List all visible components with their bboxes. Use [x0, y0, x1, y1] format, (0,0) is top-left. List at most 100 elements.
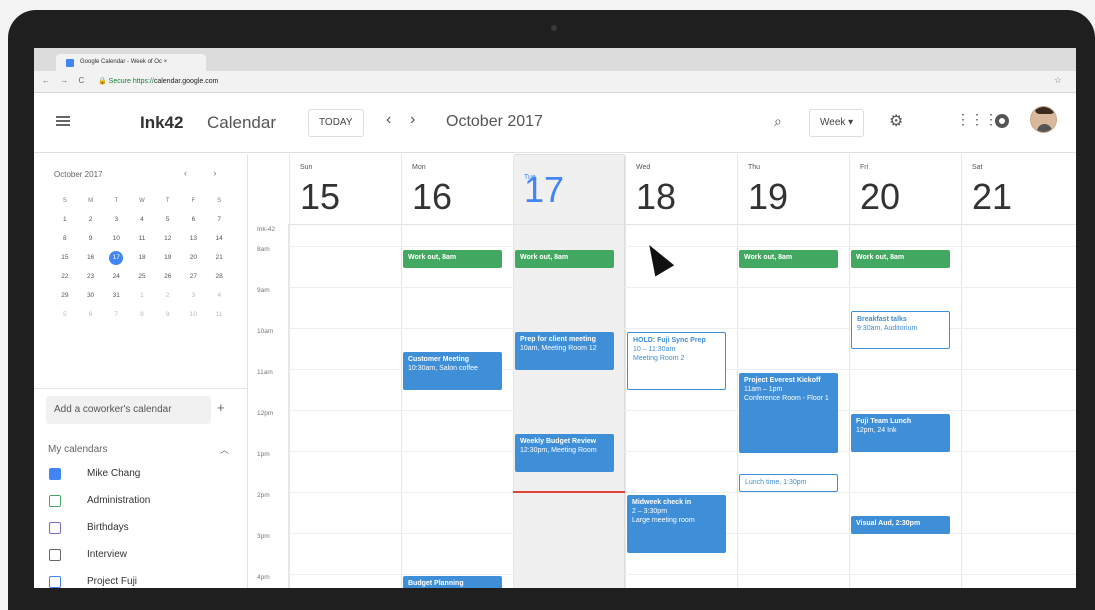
mini-day[interactable]: 15: [52, 251, 78, 265]
mini-day[interactable]: 3: [103, 213, 129, 227]
mini-day[interactable]: 3: [181, 289, 207, 303]
mini-day[interactable]: 5: [155, 213, 181, 227]
mini-day[interactable]: 2: [78, 213, 104, 227]
event-workout-thu[interactable]: Work out, 8am: [739, 250, 838, 268]
mini-day[interactable]: 21: [206, 251, 232, 265]
day-number[interactable]: 18: [636, 176, 676, 218]
mini-day[interactable]: 10: [181, 308, 207, 322]
mini-day[interactable]: 30: [78, 289, 104, 303]
mini-day[interactable]: 14: [206, 232, 232, 246]
mini-day[interactable]: 20: [181, 251, 207, 265]
day-column-thu[interactable]: Thu 19: [737, 154, 849, 588]
day-column-sun[interactable]: Sun 15: [289, 154, 401, 588]
day-column-tue-today[interactable]: Tue 17: [513, 154, 625, 588]
event-project-everest[interactable]: Project Everest Kickoff 11am – 1pm Confe…: [739, 373, 838, 453]
checkbox[interactable]: [49, 576, 61, 588]
time-label: 8am: [257, 246, 270, 253]
day-number[interactable]: 20: [860, 176, 900, 218]
event-fuji-team-lunch[interactable]: Fuji Team Lunch 12pm, 24 Ink: [851, 414, 950, 452]
view-selector[interactable]: Week ▾: [809, 109, 865, 137]
mini-day[interactable]: 9: [155, 308, 181, 322]
notifications-icon[interactable]: [995, 114, 1009, 128]
add-coworker-input[interactable]: Add a coworker's calendar: [46, 396, 211, 424]
mini-day-selected[interactable]: 17: [109, 251, 124, 265]
checkbox[interactable]: [49, 495, 61, 507]
checkbox-checked[interactable]: [49, 468, 61, 480]
mini-day[interactable]: 11: [129, 232, 155, 246]
bookmark-star-icon[interactable]: ☆: [1054, 75, 1062, 86]
mini-day[interactable]: 13: [181, 232, 207, 246]
mini-day[interactable]: 8: [129, 308, 155, 322]
mini-day[interactable]: 6: [78, 308, 104, 322]
browser-tab[interactable]: Google Calendar - Week of Oc ×: [56, 54, 206, 71]
main-menu-icon[interactable]: [56, 116, 70, 126]
mini-day[interactable]: 26: [155, 270, 181, 284]
day-number[interactable]: 19: [748, 176, 788, 218]
mini-day[interactable]: 4: [129, 213, 155, 227]
chevron-right-icon[interactable]: ›: [410, 111, 415, 129]
avatar[interactable]: [1030, 106, 1057, 133]
event-detail: Conference Room - Floor 1: [744, 395, 829, 402]
event-detail: 10 – 11:30am: [633, 346, 676, 353]
mini-day[interactable]: 11: [206, 308, 232, 322]
day-column-sat[interactable]: Sat 21: [961, 154, 1076, 588]
day-number[interactable]: 16: [412, 176, 452, 218]
event-midweek-check-in[interactable]: Midweek check in 2 – 3:30pm Large meetin…: [627, 495, 726, 553]
mini-day[interactable]: 23: [78, 270, 104, 284]
event-workout-tue[interactable]: Work out, 8am: [515, 250, 614, 268]
day-number[interactable]: 17: [524, 172, 564, 208]
mini-day[interactable]: 25: [129, 270, 155, 284]
mini-day[interactable]: 9: [78, 232, 104, 246]
hour-line: [289, 224, 1076, 225]
search-icon[interactable]: ⌕: [774, 113, 782, 130]
mini-day[interactable]: 8: [52, 232, 78, 246]
event-breakfast-talks[interactable]: Breakfast talks 9:30am, Auditorium: [851, 311, 950, 349]
mini-day[interactable]: 2: [155, 289, 181, 303]
mini-day[interactable]: 4: [206, 289, 232, 303]
mini-day[interactable]: 27: [181, 270, 207, 284]
mini-day[interactable]: 22: [52, 270, 78, 284]
event-lunch-time[interactable]: Lunch time, 1:30pm: [739, 474, 838, 492]
event-prep-client-meeting[interactable]: Prep for client meeting 10am, Meeting Ro…: [515, 332, 614, 370]
gear-icon[interactable]: ⚙: [889, 111, 903, 131]
mini-day[interactable]: 18: [129, 251, 155, 265]
mini-day[interactable]: 29: [52, 289, 78, 303]
plus-icon[interactable]: +: [217, 400, 225, 415]
checkbox[interactable]: [49, 549, 61, 561]
chevron-left-icon[interactable]: ‹: [386, 111, 391, 129]
event-customer-meeting[interactable]: Customer Meeting 10:30am, Salon coffee: [403, 352, 502, 390]
mini-day[interactable]: 24: [103, 270, 129, 284]
apps-grid-icon[interactable]: ⋮⋮⋮: [956, 111, 998, 128]
mini-weekday-head: W: [139, 198, 145, 204]
mini-day[interactable]: 12: [155, 232, 181, 246]
mini-day[interactable]: 5: [52, 308, 78, 322]
mini-day[interactable]: 28: [206, 270, 232, 284]
mini-calendar-grid: S M T W T F S 1 2 3 4 5 6 7 8 9 10 11 12 13 14 15 16 17 18 19 20 21…: [52, 194, 232, 322]
today-button[interactable]: TODAY: [308, 109, 364, 137]
day-number[interactable]: 21: [972, 176, 1012, 218]
mini-day[interactable]: 7: [206, 213, 232, 227]
browser-nav-icons[interactable]: ← → C: [42, 76, 88, 85]
event-hold-fuji-sync[interactable]: HOLD: Fuji Sync Prep 10 – 11:30am Meetin…: [627, 332, 726, 390]
mini-day[interactable]: 7: [103, 308, 129, 322]
mini-day[interactable]: 16: [78, 251, 104, 265]
event-budget-planning[interactable]: Budget Planning: [403, 576, 502, 588]
mini-calendar-nav[interactable]: ‹ ›: [184, 168, 229, 178]
mini-weekday-head: S: [217, 198, 222, 204]
chevron-up-icon[interactable]: ︿: [220, 443, 229, 456]
mini-day[interactable]: 31: [103, 289, 129, 303]
event-workout-mon[interactable]: Work out, 8am: [403, 250, 502, 268]
mini-day[interactable]: 10: [103, 232, 129, 246]
mini-day[interactable]: 6: [181, 213, 207, 227]
event-workout-fri[interactable]: Work out, 8am: [851, 250, 950, 268]
event-weekly-budget-review[interactable]: Weekly Budget Review 12:30pm, Meeting Ro…: [515, 434, 614, 472]
checkbox[interactable]: [49, 522, 61, 534]
mini-day[interactable]: 19: [155, 251, 181, 265]
mini-day[interactable]: 1: [129, 289, 155, 303]
mini-weekday-head: T: [114, 198, 119, 204]
day-number[interactable]: 15: [300, 176, 340, 218]
event-visual-aud[interactable]: Visual Aud, 2:30pm: [851, 516, 950, 534]
url-text[interactable]: 🔒 Secure https://calendar.google.com: [98, 77, 218, 85]
address-bar[interactable]: ← → C 🔒 Secure https://calendar.google.c…: [34, 71, 1076, 93]
mini-day[interactable]: 1: [52, 213, 78, 227]
